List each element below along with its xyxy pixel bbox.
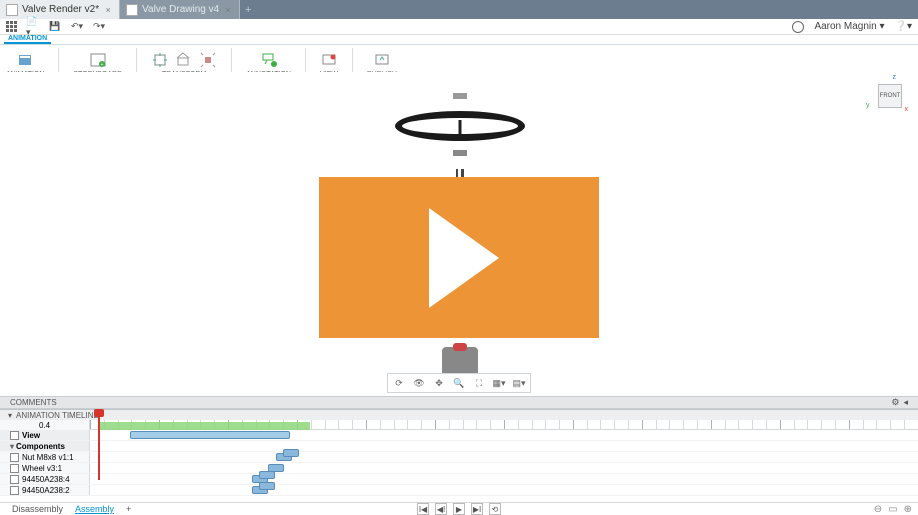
comments-bar[interactable]: COMMENTS ⚙◂ <box>0 396 918 409</box>
playback-controls: I◀ ◀I ▶ ▶I ⟲ <box>417 503 501 515</box>
tab-title: Valve Drawing v4 <box>142 4 219 15</box>
collapse-icon[interactable]: ▾ <box>8 411 12 420</box>
zoom-in-icon[interactable]: ⊕ <box>904 504 912 515</box>
track-p2[interactable] <box>90 485 918 495</box>
track-wheel[interactable] <box>90 463 918 473</box>
view-button[interactable] <box>320 49 338 71</box>
close-icon[interactable]: × <box>223 5 233 15</box>
job-status-icon[interactable] <box>792 21 804 33</box>
track-nut[interactable] <box>90 452 918 462</box>
track-components[interactable] <box>90 441 918 451</box>
part-washer <box>453 150 467 156</box>
play-icon <box>409 203 509 313</box>
gear-icon[interactable]: ⚙ <box>891 397 899 408</box>
collapse-icon[interactable]: ◂ <box>903 397 908 408</box>
tab-valve-render[interactable]: Valve Render v2* × <box>0 0 120 19</box>
undo-icon[interactable]: ↶▾ <box>70 20 84 34</box>
tab-title: Valve Render v2* <box>22 4 99 15</box>
time-display: 0.4 <box>0 420 90 430</box>
restore-home-button[interactable] <box>175 49 193 71</box>
fit-icon[interactable]: ⛶ <box>472 376 486 390</box>
data-panel-icon[interactable] <box>4 20 18 34</box>
play-reverse-icon[interactable]: ◀I <box>435 503 447 515</box>
title-bar: Valve Render v2* × Valve Drawing v4 × + <box>0 0 918 19</box>
axis-z: z <box>893 74 897 81</box>
orbit-icon[interactable]: ⟳ <box>392 376 406 390</box>
track-view[interactable] <box>90 430 918 440</box>
video-play-overlay[interactable] <box>319 177 599 338</box>
svg-text:+: + <box>100 62 103 68</box>
save-icon[interactable]: 💾 <box>48 20 62 34</box>
part-handwheel <box>395 111 525 141</box>
loop-icon[interactable]: ⟲ <box>489 503 501 515</box>
part-cap <box>453 93 467 99</box>
tab-disassembly[interactable]: Disassembly <box>6 504 69 514</box>
explode-button[interactable] <box>199 49 217 71</box>
timeline-header[interactable]: ▾ ANIMATION TIMELINE <box>0 410 918 420</box>
pan-icon[interactable]: ✥ <box>432 376 446 390</box>
axis-x: x <box>905 106 909 113</box>
cube-face-front[interactable]: FRONT <box>878 84 902 108</box>
animation-timeline: ▾ ANIMATION TIMELINE 0.4 View Components… <box>0 409 918 501</box>
footer-bar: Disassembly Assembly + I◀ ◀I ▶ ▶I ⟲ ⊖ ▭ … <box>0 502 918 515</box>
axis-y: y <box>866 102 870 109</box>
play-icon[interactable]: ▶ <box>453 503 465 515</box>
playhead[interactable] <box>98 410 100 480</box>
add-storyboard-button[interactable]: + <box>120 504 137 514</box>
clip-camera[interactable] <box>130 431 290 439</box>
publish-button[interactable] <box>373 49 391 71</box>
clip[interactable] <box>283 449 299 457</box>
clip[interactable] <box>259 482 275 490</box>
tab-valve-drawing[interactable]: Valve Drawing v4 × <box>120 0 240 19</box>
look-icon[interactable]: 👁 <box>412 376 426 390</box>
doc-icon <box>6 4 18 16</box>
clip[interactable] <box>259 471 275 479</box>
zoom-fit-icon[interactable]: ▭ <box>888 504 897 515</box>
add-tab-button[interactable]: + <box>240 0 256 19</box>
file-menu-icon[interactable]: 📄▾ <box>26 20 40 34</box>
transform-button[interactable] <box>151 49 169 71</box>
zoom-out-icon[interactable]: ⊖ <box>874 504 882 515</box>
quick-access-bar: 📄▾ 💾 ↶▾ ↷▾ Aaron Magnin ▾ ❔▾ <box>0 19 918 35</box>
view-cube[interactable]: z FRONT y x <box>870 76 906 112</box>
active-range[interactable] <box>100 422 310 430</box>
workspace-tabs: ANIMATION <box>0 35 918 45</box>
grid-icon[interactable]: ▤▾ <box>512 376 526 390</box>
display-icon[interactable]: ▦▾ <box>492 376 506 390</box>
track-p1[interactable] <box>90 474 918 484</box>
callout-button[interactable] <box>260 49 278 71</box>
zoom-icon[interactable]: 🔍 <box>452 376 466 390</box>
new-storyboard-button[interactable]: + <box>89 49 107 71</box>
doc-icon <box>126 4 138 16</box>
tab-assembly[interactable]: Assembly <box>69 504 120 514</box>
skip-end-icon[interactable]: ▶I <box>471 503 483 515</box>
redo-icon[interactable]: ↷▾ <box>92 20 106 34</box>
view-toolbar: ⟳ 👁 ✥ 🔍 ⛶ ▦▾ ▤▾ <box>387 373 531 393</box>
user-menu[interactable]: Aaron Magnin ▾ <box>814 21 884 32</box>
help-icon[interactable]: ❔▾ <box>895 21 912 32</box>
close-icon[interactable]: × <box>103 5 113 15</box>
skip-start-icon[interactable]: I◀ <box>417 503 429 515</box>
